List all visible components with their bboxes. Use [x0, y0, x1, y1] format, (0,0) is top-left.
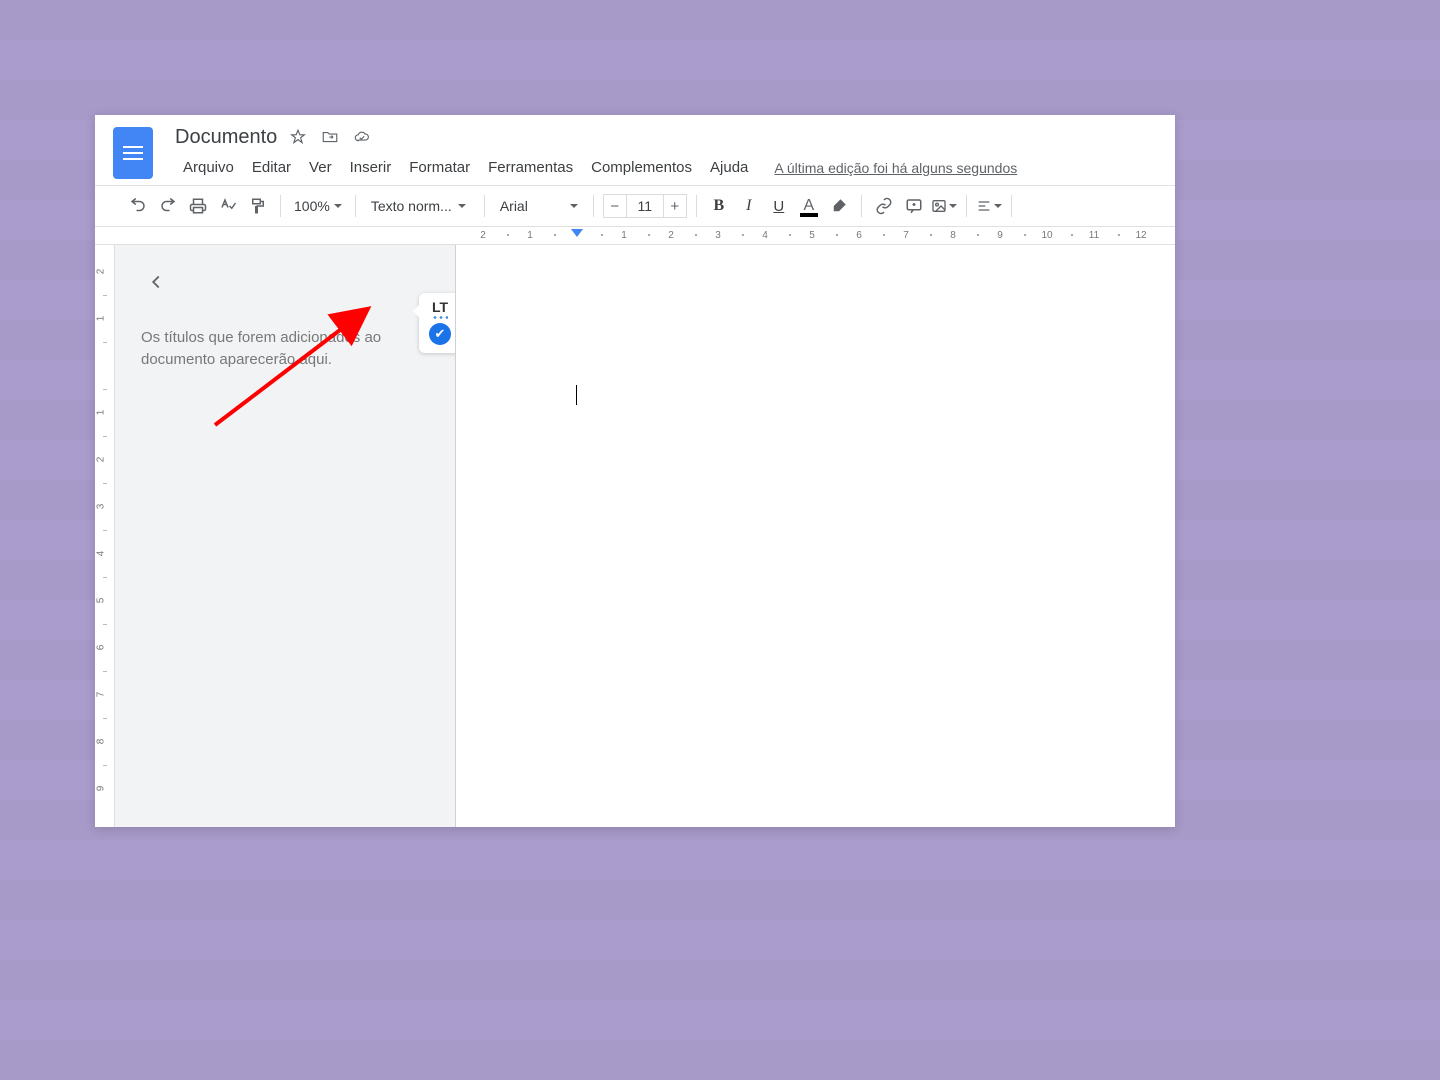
- ruler-tick: 4: [95, 551, 106, 557]
- ruler-tick: 12: [1135, 230, 1146, 241]
- paint-format-button[interactable]: [245, 193, 271, 219]
- ruler-tick: 7: [903, 230, 909, 241]
- ruler-tick: 1: [527, 230, 533, 241]
- ruler-tick: 4: [762, 230, 768, 241]
- ruler-tick: 3: [95, 504, 106, 510]
- font-size-input[interactable]: [627, 194, 663, 218]
- ruler-tick: 3: [715, 230, 721, 241]
- outline-collapse-button[interactable]: [141, 267, 171, 297]
- bold-button[interactable]: B: [706, 193, 732, 219]
- menu-arquivo[interactable]: Arquivo: [175, 155, 242, 180]
- insert-image-button[interactable]: [931, 193, 957, 219]
- chevron-down-icon: [994, 204, 1002, 208]
- lt-logo-icon: LT: [432, 299, 448, 315]
- menu-inserir[interactable]: Inserir: [342, 155, 400, 180]
- document-page[interactable]: [455, 245, 1175, 827]
- ruler-tick: 10: [1041, 230, 1052, 241]
- redo-button[interactable]: [155, 193, 181, 219]
- highlight-button[interactable]: [826, 193, 852, 219]
- ruler-tick: 5: [95, 598, 106, 604]
- outline-panel: Os títulos que forem adicionados ao docu…: [115, 245, 455, 827]
- ruler-tick: 2: [95, 457, 106, 463]
- ruler-tick: 6: [95, 645, 106, 651]
- zoom-value: 100%: [294, 198, 330, 214]
- underline-button[interactable]: U: [766, 193, 792, 219]
- ruler-tick: 6: [856, 230, 862, 241]
- menu-bar: Arquivo Editar Ver Inserir Formatar Ferr…: [175, 155, 1161, 180]
- star-icon[interactable]: [287, 126, 309, 148]
- align-button[interactable]: [976, 193, 1002, 219]
- ruler-tick: 9: [95, 786, 106, 792]
- ruler-tick: 5: [809, 230, 815, 241]
- ruler-tick: 7: [95, 692, 106, 698]
- chevron-down-icon: [570, 204, 578, 208]
- ruler-tick: 1: [621, 230, 627, 241]
- text-cursor: [576, 385, 577, 405]
- ruler-tick: 11: [1089, 230, 1099, 241]
- chevron-down-icon: [458, 204, 466, 208]
- menu-ajuda[interactable]: Ajuda: [702, 155, 756, 180]
- document-title[interactable]: Documento: [175, 126, 277, 149]
- menu-complementos[interactable]: Complementos: [583, 155, 700, 180]
- ruler-tick: 9: [997, 230, 1003, 241]
- body-area: 2 1 1 2 3 4 5 6 7 8 9 Os títulos que forem adicion…: [95, 245, 1175, 827]
- spellcheck-button[interactable]: [215, 193, 241, 219]
- toolbar: 100% Texto norm... Arial − + B I U A: [95, 185, 1175, 227]
- lt-check-icon: ✔: [429, 323, 451, 345]
- ruler-tick: 2: [95, 269, 106, 275]
- header: Documento Arquivo Editar Ver Inserir For…: [95, 115, 1175, 185]
- insert-link-button[interactable]: [871, 193, 897, 219]
- undo-button[interactable]: [125, 193, 151, 219]
- font-size-decrease[interactable]: −: [603, 194, 627, 218]
- menu-ver[interactable]: Ver: [301, 155, 340, 180]
- last-edit-link[interactable]: A última edição foi há alguns segundos: [774, 160, 1017, 176]
- ruler-horizontal[interactable]: 21123456789101112: [95, 227, 1175, 245]
- italic-button[interactable]: I: [736, 193, 762, 219]
- ruler-tick: 8: [95, 739, 106, 745]
- zoom-select[interactable]: 100%: [290, 198, 346, 214]
- ruler-tick: 8: [950, 230, 956, 241]
- font-size-increase[interactable]: +: [663, 194, 687, 218]
- outline-placeholder: Os títulos que forem adicionados ao docu…: [141, 327, 411, 371]
- docs-logo-icon[interactable]: [113, 127, 153, 179]
- print-button[interactable]: [185, 193, 211, 219]
- paragraph-style-value: Texto norm...: [371, 198, 452, 214]
- insert-comment-button[interactable]: [901, 193, 927, 219]
- paragraph-style-select[interactable]: Texto norm...: [365, 198, 475, 214]
- text-color-button[interactable]: A: [796, 193, 822, 219]
- ruler-tick: 1: [95, 410, 106, 416]
- ruler-tick: 2: [480, 230, 486, 241]
- menu-ferramentas[interactable]: Ferramentas: [480, 155, 581, 180]
- font-family-value: Arial: [500, 198, 528, 214]
- app-window: Documento Arquivo Editar Ver Inserir For…: [95, 115, 1175, 827]
- ruler-vertical[interactable]: 2 1 1 2 3 4 5 6 7 8 9: [95, 245, 115, 827]
- ruler-tick: 1: [95, 316, 106, 322]
- ruler-tick: 2: [668, 230, 674, 241]
- move-to-folder-icon[interactable]: [319, 126, 341, 148]
- font-family-select[interactable]: Arial: [494, 198, 584, 214]
- chevron-down-icon: [949, 204, 957, 208]
- tab-marker-icon[interactable]: [571, 229, 583, 237]
- cloud-saved-icon[interactable]: [351, 126, 373, 148]
- menu-formatar[interactable]: Formatar: [401, 155, 478, 180]
- chevron-down-icon: [334, 204, 342, 208]
- menu-editar[interactable]: Editar: [244, 155, 299, 180]
